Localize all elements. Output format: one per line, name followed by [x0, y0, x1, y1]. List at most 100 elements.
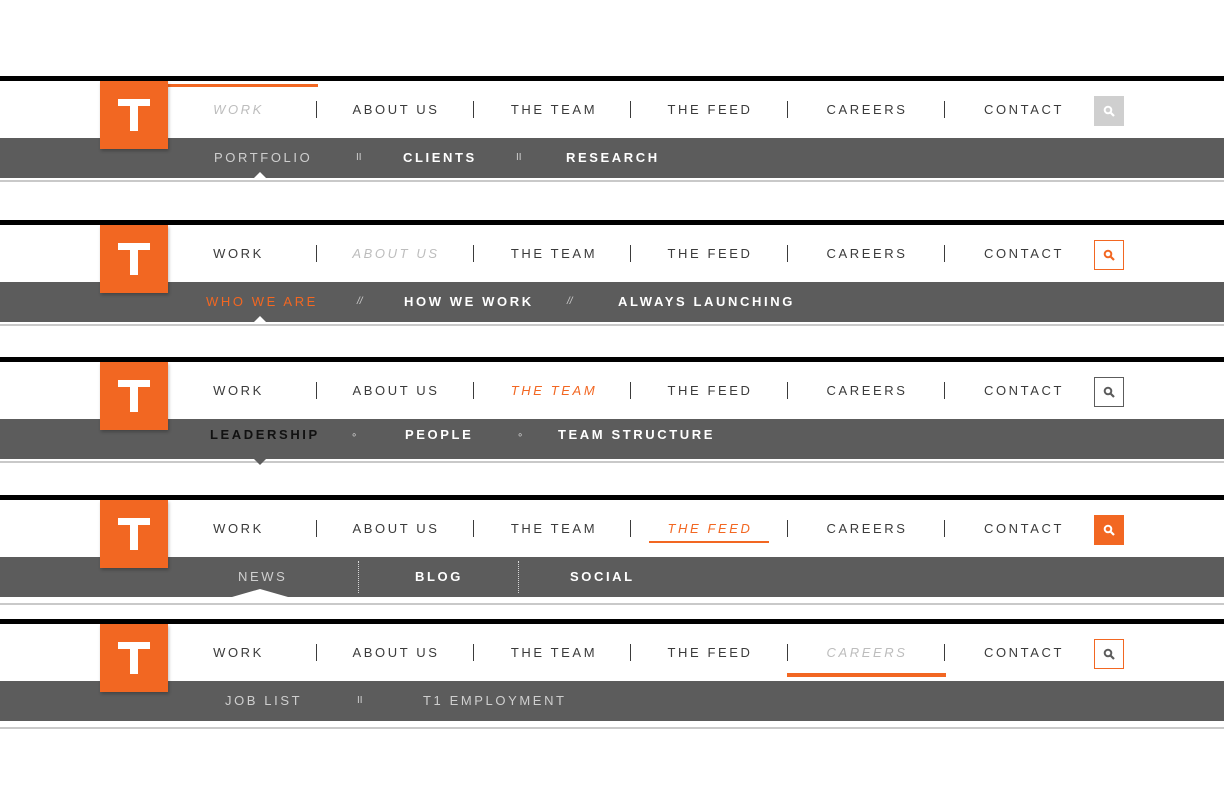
nav-separator: [473, 101, 474, 118]
active-caret: [254, 172, 266, 178]
nav-separator: [630, 644, 631, 661]
logo[interactable]: [100, 225, 168, 293]
nav-separator: [316, 245, 317, 262]
nav-separator: [787, 245, 788, 262]
nav-separator: [630, 382, 631, 399]
subnav-item-blog[interactable]: BLOG: [415, 557, 463, 597]
nav-item-contact[interactable]: CONTACT: [962, 81, 1086, 138]
logo-t-stem: [130, 642, 138, 674]
nav-separator: [473, 520, 474, 537]
nav-item-the-team[interactable]: THE TEAM: [490, 624, 618, 681]
nav-item-the-feed[interactable]: THE FEED: [650, 81, 770, 138]
nav-separator: [944, 382, 945, 399]
nav-item-about-us[interactable]: ABOUT US: [330, 362, 462, 419]
nav-separator: [316, 382, 317, 399]
subnav-item-clients[interactable]: CLIENTS: [403, 138, 477, 178]
navbar-variant-careers: WORK ABOUT US THE TEAM THE FEED CAREERS …: [0, 619, 1224, 729]
nav-separator: [473, 644, 474, 661]
logo-t-stem: [130, 99, 138, 131]
sub-nav-row: [0, 282, 1224, 322]
subnav-item-leadership[interactable]: LEADERSHIP: [210, 415, 320, 455]
nav-item-careers[interactable]: CAREERS: [806, 362, 928, 419]
nav-item-careers[interactable]: CAREERS: [806, 225, 928, 282]
subnav-item-research[interactable]: RESEARCH: [566, 138, 660, 178]
nav-separator: [473, 245, 474, 262]
nav-item-work[interactable]: WORK: [190, 81, 287, 138]
nav-item-contact[interactable]: CONTACT: [962, 624, 1086, 681]
nav-item-about-us[interactable]: ABOUT US: [330, 81, 462, 138]
subnav-item-social[interactable]: SOCIAL: [570, 557, 635, 597]
search-icon: [1103, 249, 1115, 261]
nav-separator: [630, 245, 631, 262]
nav-separator: [473, 382, 474, 399]
active-caret: [254, 675, 266, 681]
logo[interactable]: [100, 81, 168, 149]
nav-item-work[interactable]: WORK: [190, 500, 287, 557]
sub-nav-row: [0, 681, 1224, 721]
subnav-separator: [518, 561, 519, 593]
subnav-separator: //: [357, 296, 363, 307]
search-button[interactable]: [1094, 377, 1124, 407]
search-button[interactable]: [1094, 639, 1124, 669]
search-button[interactable]: [1094, 96, 1124, 126]
nav-item-contact[interactable]: CONTACT: [962, 362, 1086, 419]
nav-item-careers[interactable]: CAREERS: [806, 81, 928, 138]
search-icon: [1103, 524, 1115, 536]
bottom-rule: [0, 461, 1224, 463]
nav-separator: [787, 382, 788, 399]
nav-separator: [944, 644, 945, 661]
subnav-separator: ∘: [351, 430, 358, 441]
nav-item-the-team[interactable]: THE TEAM: [490, 362, 618, 419]
active-caret: [254, 316, 266, 322]
nav-separator: [944, 520, 945, 537]
nav-item-careers[interactable]: CAREERS: [806, 500, 928, 557]
search-button[interactable]: [1094, 240, 1124, 270]
nav-separator: [316, 644, 317, 661]
logo[interactable]: [100, 624, 168, 692]
nav-item-work[interactable]: WORK: [190, 225, 287, 282]
subnav-item-people[interactable]: PEOPLE: [405, 415, 473, 455]
nav-item-the-team[interactable]: THE TEAM: [490, 225, 618, 282]
nav-item-contact[interactable]: CONTACT: [962, 225, 1086, 282]
active-caret: [232, 589, 288, 597]
nav-item-the-feed[interactable]: THE FEED: [650, 225, 770, 282]
subnav-item-always-launching[interactable]: ALWAYS LAUNCHING: [618, 282, 795, 322]
nav-item-about-us[interactable]: ABOUT US: [330, 225, 462, 282]
logo[interactable]: [100, 362, 168, 430]
nav-item-work[interactable]: WORK: [190, 362, 287, 419]
nav-item-the-feed[interactable]: THE FEED: [650, 500, 770, 557]
logo[interactable]: [100, 500, 168, 568]
active-underline: [787, 673, 946, 677]
logo-t-stem: [130, 518, 138, 550]
nav-item-the-team[interactable]: THE TEAM: [490, 500, 618, 557]
subnav-item-how-we-work[interactable]: HOW WE WORK: [404, 282, 534, 322]
subnav-separator: II: [357, 695, 363, 706]
nav-item-about-us[interactable]: ABOUT US: [330, 500, 462, 557]
search-icon: [1103, 386, 1115, 398]
active-underline: [649, 541, 769, 543]
search-icon: [1103, 105, 1115, 117]
bottom-rule: [0, 180, 1224, 182]
nav-separator: [316, 520, 317, 537]
nav-separator: [630, 101, 631, 118]
nav-item-contact[interactable]: CONTACT: [962, 500, 1086, 557]
subnav-separator: [358, 561, 359, 593]
nav-separator: [630, 520, 631, 537]
navbar-variant-about-us: WORK ABOUT US THE TEAM THE FEED CAREERS …: [0, 220, 1224, 328]
search-icon: [1103, 648, 1115, 660]
nav-item-the-feed[interactable]: THE FEED: [650, 362, 770, 419]
nav-item-about-us[interactable]: ABOUT US: [330, 624, 462, 681]
subnav-item-t1-employment[interactable]: T1 EMPLOYMENT: [423, 681, 567, 721]
subnav-separator: ∘: [517, 430, 524, 441]
navbar-variant-work: WORK ABOUT US THE TEAM THE FEED CAREERS …: [0, 76, 1224, 184]
navbar-variant-the-feed: WORK ABOUT US THE TEAM THE FEED CAREERS …: [0, 495, 1224, 605]
active-caret: [254, 459, 266, 465]
nav-item-the-feed[interactable]: THE FEED: [650, 624, 770, 681]
nav-separator: [316, 101, 317, 118]
search-button[interactable]: [1094, 515, 1124, 545]
nav-separator: [944, 101, 945, 118]
nav-item-the-team[interactable]: THE TEAM: [490, 81, 618, 138]
nav-item-work[interactable]: WORK: [190, 624, 287, 681]
subnav-item-job-list[interactable]: JOB LIST: [225, 681, 302, 721]
subnav-item-team-structure[interactable]: TEAM STRUCTURE: [558, 415, 715, 455]
